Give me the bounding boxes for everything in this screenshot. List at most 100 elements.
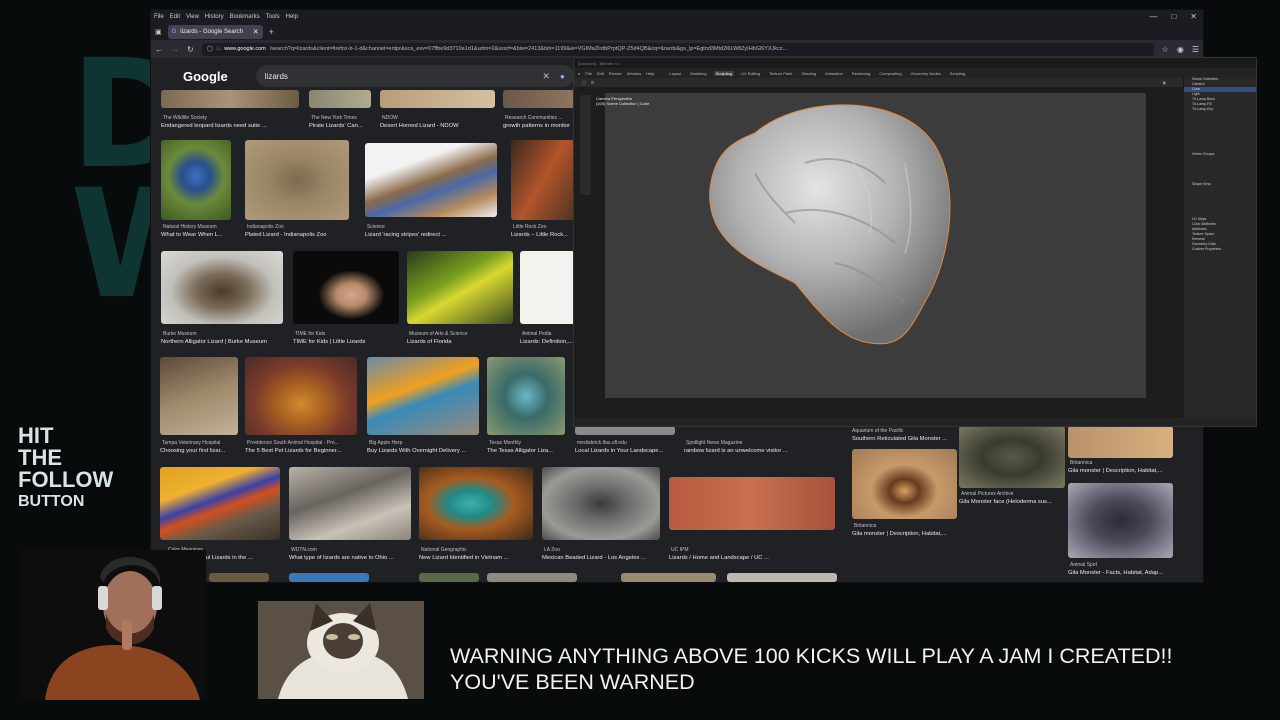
workspace-tab[interactable]: Texture Paint — [767, 71, 794, 76]
workspace-tab[interactable]: Layout — [667, 71, 683, 76]
menu-edit[interactable]: Edit — [170, 14, 180, 20]
view-menu-icon[interactable]: ☰ — [591, 80, 595, 85]
account-icon[interactable]: ◉ — [1177, 45, 1184, 54]
result-image[interactable] — [503, 90, 575, 108]
result-image[interactable] — [575, 426, 675, 435]
result-title[interactable]: Gila monster | Description, Habitat,... — [1068, 468, 1173, 474]
blender-menu-render[interactable]: Render — [609, 71, 622, 76]
result-image[interactable] — [161, 90, 299, 108]
workspace-tab[interactable]: Rendering — [850, 71, 872, 76]
clear-search-icon[interactable]: ✕ — [542, 71, 550, 82]
result-image[interactable] — [407, 251, 513, 324]
menu-history[interactable]: History — [205, 14, 224, 20]
menu-tools[interactable]: Tools — [266, 14, 280, 20]
workspace-tab[interactable]: Animation — [823, 71, 845, 76]
blender-menu-edit[interactable]: Edit — [597, 71, 604, 76]
result-title[interactable]: Pirate Lizards' Can... — [309, 123, 373, 129]
workspace-tab[interactable]: Scripting — [948, 71, 968, 76]
result-image[interactable] — [161, 140, 231, 220]
result-title[interactable]: Lizard 'racing stripes' redirect ... — [365, 232, 497, 238]
result-image[interactable] — [245, 357, 357, 435]
result-image[interactable] — [161, 251, 283, 324]
workspace-tab[interactable]: Modeling — [688, 71, 708, 76]
result-title[interactable]: Lizards / Home and Landscape / UC ... — [669, 555, 834, 561]
result-image[interactable] — [621, 573, 716, 582]
result-title[interactable]: Desert Horned Lizard - NDOW — [380, 123, 495, 129]
3d-viewport[interactable] — [605, 93, 1146, 398]
result-title[interactable]: Northern Alligator Lizard | Burke Museum — [161, 339, 291, 345]
blender-menu-window[interactable]: Window — [627, 71, 641, 76]
result-image[interactable] — [727, 573, 837, 582]
result-image[interactable] — [367, 357, 479, 435]
result-title[interactable]: Gila monster | Description, Habitat,... — [852, 531, 957, 537]
result-title[interactable]: Gila Monster - Facts, Habitat, Adap... — [1068, 570, 1173, 576]
result-image[interactable] — [542, 467, 660, 540]
result-image[interactable] — [487, 573, 577, 582]
result-title[interactable]: rainbow lizard is an unwelcome visitor .… — [684, 448, 834, 454]
result-image[interactable] — [419, 573, 479, 582]
result-title[interactable]: Local Lizards in Your Landscape... — [575, 448, 675, 454]
workspace-tab[interactable]: UV Editing — [739, 71, 762, 76]
maximize-icon[interactable]: □ — [1171, 12, 1176, 21]
search-box[interactable]: lizards ✕ ● — [255, 65, 574, 87]
tab-close-icon[interactable]: ✕ — [253, 28, 259, 36]
result-title[interactable]: The Texas Alligator Liza... — [487, 448, 569, 454]
menu-bookmarks[interactable]: Bookmarks — [230, 14, 260, 20]
minimize-icon[interactable]: — — [1149, 12, 1157, 21]
workspace-tab-active[interactable]: Sculpting — [713, 70, 735, 76]
microphone-icon[interactable]: ● — [560, 72, 565, 81]
result-title[interactable]: Lizards of Florida — [407, 339, 513, 345]
result-title[interactable]: What type of lizards are native to Ohio … — [289, 555, 413, 561]
result-title[interactable]: Mexican Beaded Lizard - Los Angeles ... — [542, 555, 660, 561]
result-image[interactable] — [293, 251, 399, 324]
back-icon[interactable]: ← — [155, 45, 163, 54]
result-image[interactable] — [852, 449, 957, 519]
reload-icon[interactable]: ↻ — [187, 45, 194, 54]
workspace-tab[interactable]: Compositing — [877, 71, 903, 76]
blender-menu-help[interactable]: Help — [646, 71, 654, 76]
extensions-icon[interactable]: ☰ — [1192, 45, 1199, 54]
result-image[interactable] — [1068, 483, 1173, 558]
result-image[interactable] — [365, 143, 497, 217]
result-title[interactable]: Endangered leopard lizards need suite ..… — [161, 123, 296, 129]
result-title[interactable]: TIME for Kids | Little Lizards — [293, 339, 399, 345]
result-title[interactable]: Lizards: Definition,... — [520, 339, 575, 345]
workspace-tab[interactable]: Geometry Nodes — [909, 71, 943, 76]
workspace-tab[interactable]: Shading — [799, 71, 818, 76]
result-image[interactable] — [160, 467, 280, 540]
result-image[interactable] — [1068, 426, 1173, 458]
shading-icon[interactable]: ◉ — [1163, 80, 1167, 85]
result-title[interactable]: Gila Monster face (Heloderma sus... — [959, 499, 1063, 505]
result-title[interactable]: Buy Lizards With Overnight Delivery ... — [367, 448, 481, 454]
result-image[interactable] — [160, 357, 238, 435]
tab-lizards[interactable]: G lizards - Google Search ✕ — [167, 25, 263, 39]
menu-help[interactable]: Help — [286, 14, 298, 20]
result-image[interactable] — [209, 573, 269, 582]
result-title[interactable]: New Lizard Identified in Vietnam ... — [419, 555, 535, 561]
result-image[interactable] — [959, 426, 1065, 488]
result-image[interactable] — [669, 477, 835, 530]
result-image[interactable] — [289, 573, 369, 582]
properties-section[interactable]: Custom Properties — [1184, 247, 1256, 252]
result-title[interactable]: Southern Reticulated Gila Monster ... — [852, 436, 962, 442]
new-tab-icon[interactable]: + — [269, 27, 274, 37]
blender-logo-icon[interactable]: ● — [578, 71, 580, 76]
blender-menu-file[interactable]: File — [585, 71, 591, 76]
result-image[interactable] — [520, 251, 575, 324]
tool-shelf[interactable] — [580, 95, 591, 195]
result-title[interactable]: Lizards – Little Rock... — [511, 232, 575, 238]
result-title[interactable]: Choosing your first lizar... — [160, 448, 240, 454]
result-image[interactable] — [309, 90, 371, 108]
search-input[interactable]: lizards — [265, 72, 288, 81]
result-title[interactable]: growth patterns in monitor — [503, 123, 575, 129]
result-image[interactable] — [380, 90, 495, 108]
result-image[interactable] — [487, 357, 565, 435]
result-title[interactable]: What to Wear When L... — [161, 232, 233, 238]
url-bar[interactable]: ◯ □ www.google.com/search?q=lizards&clie… — [201, 42, 1154, 56]
mode-select-icon[interactable]: ▢ — [582, 80, 586, 85]
result-image[interactable] — [511, 140, 575, 220]
result-image[interactable] — [289, 467, 411, 540]
menu-file[interactable]: File — [154, 14, 164, 20]
result-image[interactable] — [245, 140, 349, 220]
close-icon[interactable]: ✕ — [1190, 12, 1197, 21]
